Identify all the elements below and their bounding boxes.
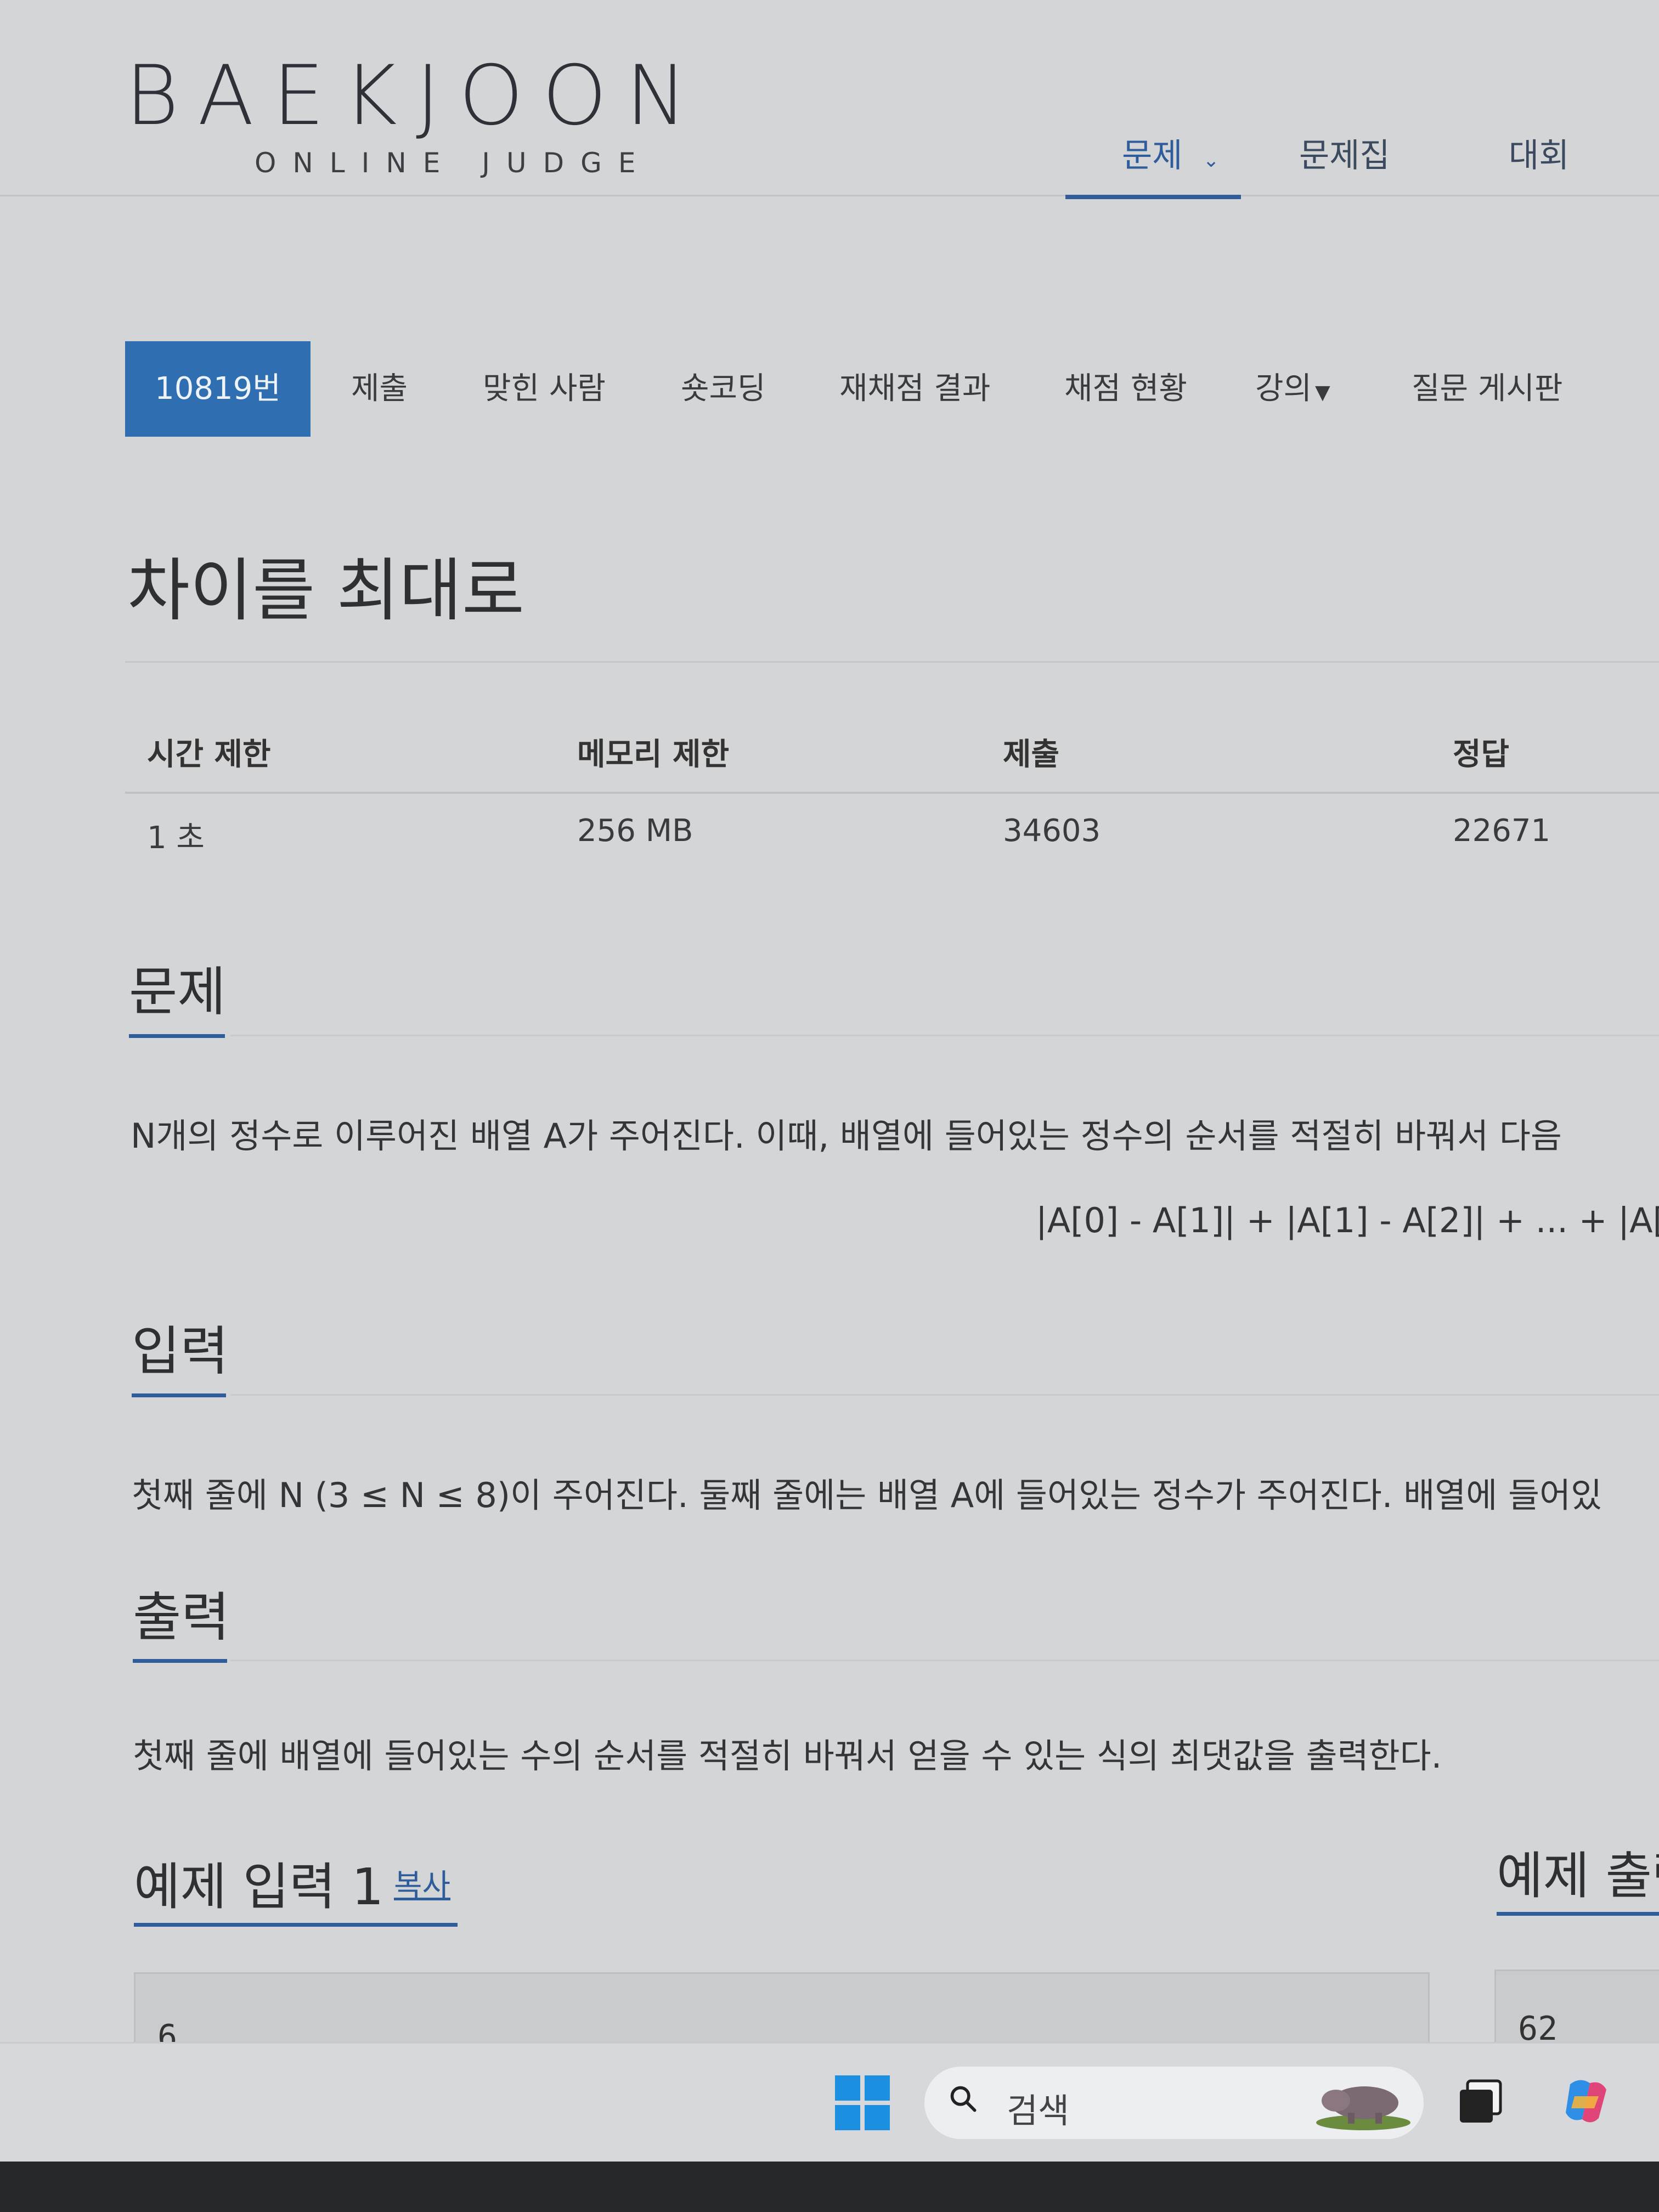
task-view-icon[interactable] (1457, 2078, 1504, 2125)
nav-problem[interactable]: 문제 ⌄ (1122, 129, 1220, 177)
limit-value-memory: 256 MB (577, 813, 693, 849)
chevron-down-icon: ⌄ (1203, 149, 1220, 172)
limit-value-time: 1 초 (147, 820, 205, 856)
search-icon (950, 2086, 977, 2112)
section-underline (134, 1923, 458, 1927)
section-underline (132, 1393, 226, 1397)
page-title: 차이를 최대로 (127, 551, 524, 630)
limit-header-time: 시간 제한 (147, 737, 271, 772)
nav-workbook[interactable]: 문제집 (1299, 129, 1390, 177)
caret-down-icon: ▼ (1315, 381, 1330, 404)
output-description: 첫째 줄에 배열에 들어있는 수의 순서를 적절히 바꿔서 얻을 수 있는 식의… (133, 1736, 1442, 1776)
windows-start-icon[interactable] (835, 2075, 890, 2130)
site-logo[interactable]: BAEKJOON ONLINE JUDGE (125, 55, 706, 179)
table-header-divider (125, 792, 1659, 794)
section-divider (230, 1035, 1659, 1036)
windows-taskbar: 검색 (0, 2042, 1659, 2163)
logo-main-text: BAEKJOON (125, 48, 706, 144)
sample-output-value: 62 (1518, 2010, 1558, 2042)
tab-rejudge[interactable]: 재채점 결과 (839, 341, 990, 437)
tab-problem-number[interactable]: 10819번 (125, 341, 311, 437)
limit-header-submissions: 제출 (1003, 737, 1060, 772)
divider (125, 661, 1659, 663)
hippo-highlight-icon (1316, 2086, 1410, 2130)
logo-sub-text: ONLINE JUDGE (255, 147, 652, 179)
limit-header-accepted: 정답 (1453, 737, 1510, 772)
section-underline (1497, 1912, 1659, 1916)
tab-submit[interactable]: 제출 (351, 341, 408, 437)
nav-problem-label: 문제 (1122, 137, 1183, 175)
problem-formula: |A[0] - A[1]| + |A[1] - A[2]| + ... + |A… (1036, 1200, 1659, 1240)
tab-short-coding[interactable]: 숏코딩 (681, 341, 766, 437)
limit-header-memory: 메모리 제한 (577, 737, 730, 772)
section-underline (133, 1659, 227, 1663)
limit-value-submissions: 34603 (1003, 813, 1101, 849)
section-divider (230, 1660, 1659, 1661)
limit-value-accepted: 22671 (1453, 813, 1551, 849)
sample-output-title: 예제 출력 (1497, 1847, 1659, 1905)
nav-contest[interactable]: 대회 (1509, 129, 1569, 177)
section-title-output: 출력 (133, 1587, 230, 1648)
tab-qna-board[interactable]: 질문 게시판 (1412, 341, 1562, 437)
section-underline (129, 1034, 225, 1038)
sample-input-box[interactable]: 6 (134, 1972, 1430, 2042)
section-title-problem: 문제 (129, 961, 226, 1023)
section-divider (230, 1394, 1659, 1396)
browser-page: BAEKJOON ONLINE JUDGE 문제 ⌄ 문제집 대회 10819번… (0, 0, 1659, 2042)
copilot-icon[interactable] (1558, 2073, 1614, 2129)
nav-active-indicator (1065, 195, 1241, 199)
site-header: BAEKJOON ONLINE JUDGE 문제 ⌄ 문제집 대회 (0, 0, 1659, 199)
problem-description: N개의 정수로 이루어진 배열 A가 주어진다. 이때, 배열에 들어있는 정수… (131, 1116, 1562, 1156)
taskbar-search-box[interactable]: 검색 (924, 2067, 1424, 2139)
screen-bezel (0, 2162, 1659, 2212)
search-placeholder: 검색 (1007, 2091, 1070, 2131)
copy-sample-link[interactable]: 복사 (394, 1861, 450, 1905)
sample-input-title: 예제 입력 1 (134, 1858, 384, 1916)
sample-output-box[interactable]: 62 (1494, 1970, 1659, 2042)
section-title-input: 입력 (132, 1321, 229, 1382)
tab-status[interactable]: 채점 현황 (1064, 341, 1187, 437)
sample-input-value: 6 (157, 2018, 178, 2042)
tab-lecture[interactable]: 강의 ▼ (1255, 341, 1330, 437)
tab-lecture-label: 강의 (1255, 371, 1312, 407)
input-description: 첫째 줄에 N (3 ≤ N ≤ 8)이 주어진다. 둘째 줄에는 배열 A에 … (132, 1475, 1602, 1515)
tab-correct-users[interactable]: 맞힌 사람 (483, 341, 606, 437)
